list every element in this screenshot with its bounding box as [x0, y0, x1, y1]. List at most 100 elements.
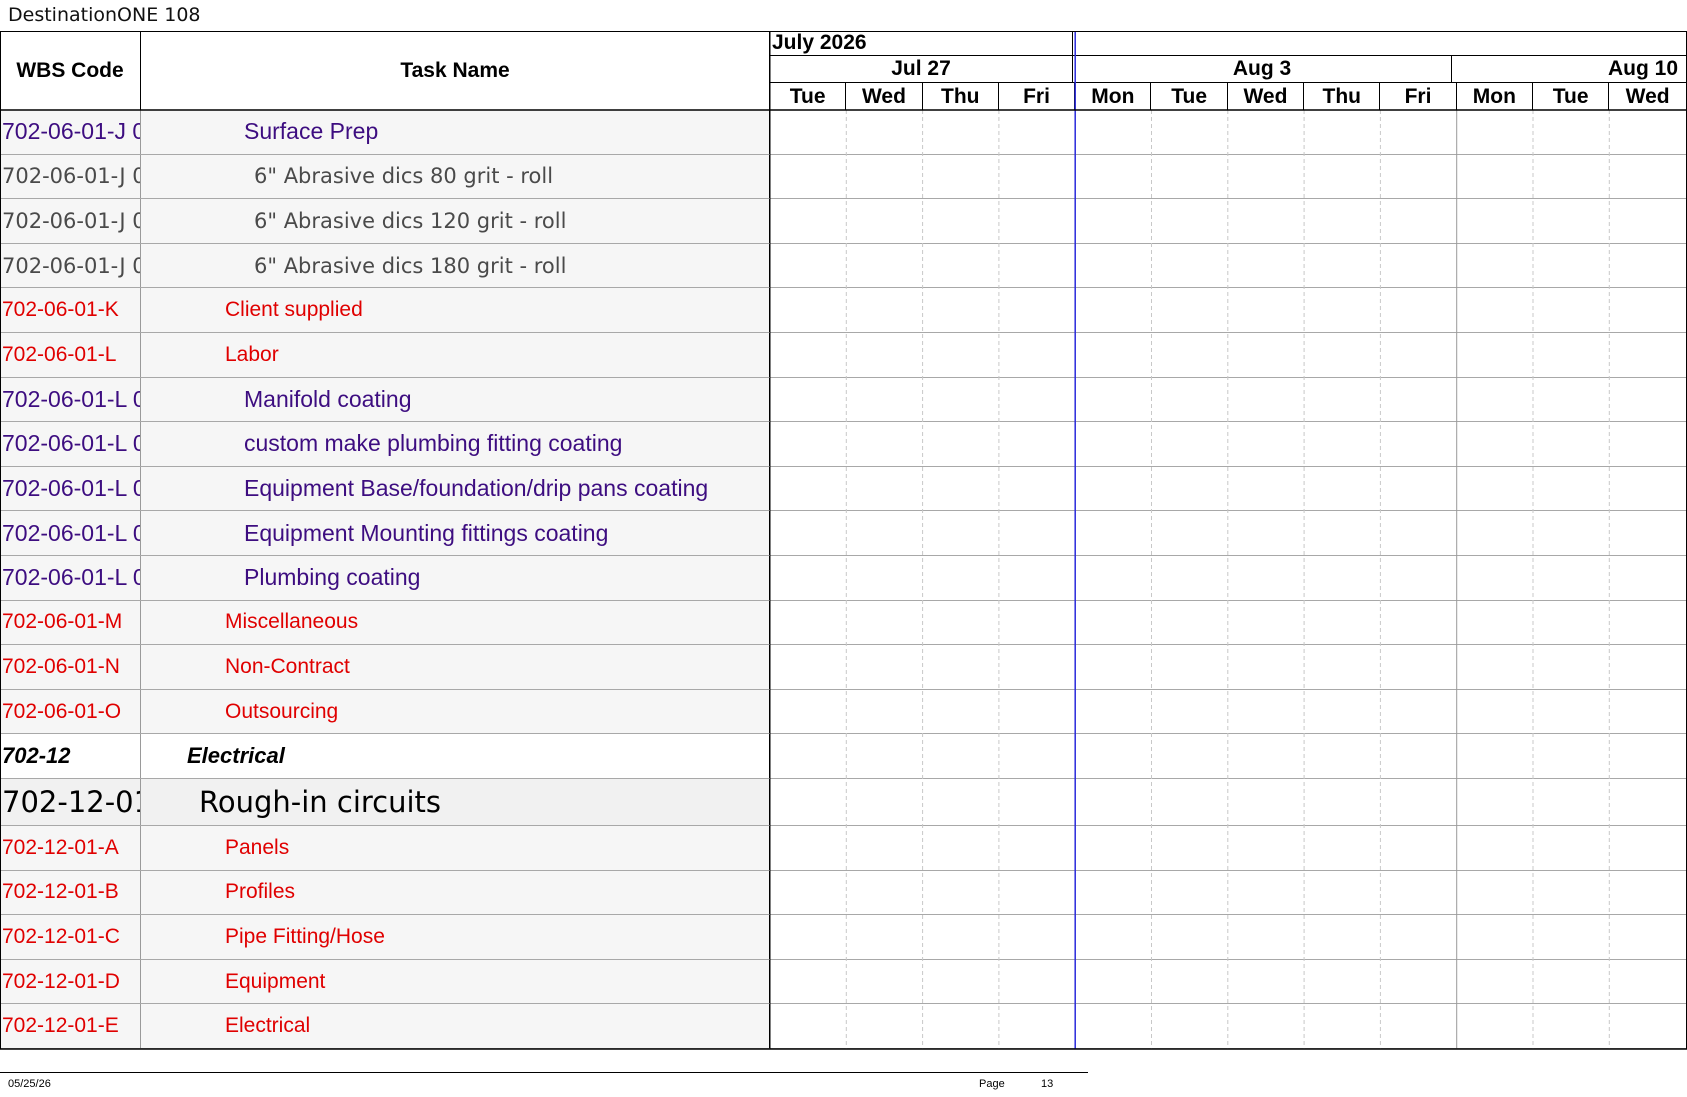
- wbs-code: 702-06-01-L 04: [2, 519, 140, 546]
- table-row[interactable]: 702-06-01-N Non-Contract: [0, 645, 1687, 690]
- wbs-code: 702-06-01-M: [2, 610, 123, 634]
- task-name-cell[interactable]: Miscellaneous: [141, 600, 770, 645]
- task-name-cell[interactable]: custom make plumbing fitting coating: [141, 422, 770, 466]
- wbs-cell[interactable]: 702-06-01-L 03: [0, 466, 141, 511]
- table-row[interactable]: 702-12-01-C Pipe Fitting/Hose: [0, 915, 1687, 960]
- gantt-cell[interactable]: [770, 689, 1687, 734]
- gantt-cell[interactable]: [770, 826, 1687, 870]
- wbs-cell[interactable]: 702-06-01-K: [0, 288, 141, 332]
- gantt-cell[interactable]: [770, 466, 1687, 511]
- table-row[interactable]: 702-06-01-L Labor: [0, 333, 1687, 378]
- task-name-cell[interactable]: Non-Contract: [141, 645, 770, 689]
- table-row[interactable]: 702-06-01-L 04 Equipment Mounting fitting…: [0, 511, 1687, 556]
- wbs-cell[interactable]: 702-12-01: [0, 779, 141, 825]
- wbs-cell[interactable]: 702-06-01-L 04: [0, 511, 141, 555]
- task-name-cell[interactable]: Equipment Mounting fittings coating: [141, 511, 770, 555]
- table-row[interactable]: 702-12-01-D Equipment: [0, 959, 1687, 1005]
- gantt-cell[interactable]: [770, 422, 1687, 466]
- task-name-cell[interactable]: Equipment Base/foundation/drip pans coat…: [141, 466, 770, 511]
- table-row[interactable]: 702-06-01-M Miscellaneous: [0, 600, 1687, 646]
- wbs-cell[interactable]: 702-12: [0, 734, 141, 778]
- gantt-cell[interactable]: [770, 333, 1687, 377]
- table-row[interactable]: 702-06-01-L 02 custom make plumbing fitti…: [0, 422, 1687, 467]
- wbs-cell[interactable]: 702-06-01-L 01: [0, 377, 141, 422]
- wbs-cell[interactable]: 702-06-01-O: [0, 689, 141, 734]
- wbs-cell[interactable]: 702-12-01-C: [0, 915, 141, 959]
- wbs-cell[interactable]: 702-06-01-J 01: [0, 110, 141, 154]
- task-name-cell[interactable]: Electrical: [141, 1004, 770, 1048]
- task-name-cell[interactable]: 6" Abrasive dics 180 grit - roll: [141, 243, 770, 288]
- table-row[interactable]: 702-12-01-A Panels: [0, 826, 1687, 871]
- task-name: Manifold coating: [244, 385, 412, 412]
- wbs-cell[interactable]: 702-06-01-L 05: [0, 556, 141, 600]
- wbs-cell[interactable]: 702-12-01-A: [0, 826, 141, 870]
- wbs-cell[interactable]: 702-06-01-J 02: [0, 199, 141, 243]
- wbs-cell[interactable]: 702-12-01-D: [0, 959, 141, 1004]
- task-name-cell[interactable]: Electrical: [141, 734, 770, 778]
- gantt-cell[interactable]: [770, 645, 1687, 689]
- wbs-column-header[interactable]: WBS Code: [0, 31, 141, 110]
- day-cell: Mon: [1457, 83, 1533, 110]
- task-name-cell[interactable]: Labor: [141, 333, 770, 377]
- table-row[interactable]: 702-06-01-K Client supplied: [0, 288, 1687, 333]
- day-label: Thu: [941, 84, 980, 108]
- wbs-cell[interactable]: 702-12-01-E: [0, 1004, 141, 1048]
- table-row[interactable]: 702-06-01-L 05 Plumbing coating: [0, 556, 1687, 601]
- task-name-cell[interactable]: Manifold coating: [141, 377, 770, 422]
- table-row[interactable]: 702-12 Electrical: [0, 734, 1687, 779]
- task-name-cell[interactable]: Panels: [141, 826, 770, 870]
- gantt-cell[interactable]: [770, 734, 1687, 778]
- wbs-cell[interactable]: 702-06-01-N: [0, 645, 141, 689]
- gantt-cell[interactable]: [770, 154, 1687, 199]
- gantt-cell[interactable]: [770, 915, 1687, 959]
- gantt-cell[interactable]: [770, 377, 1687, 422]
- wbs-cell[interactable]: 702-06-01-L 02: [0, 422, 141, 466]
- table-row[interactable]: 702-06-01-L 03 Equipment Base/foundation/…: [0, 466, 1687, 512]
- wbs-cell[interactable]: 702-06-01-J 02: [0, 243, 141, 288]
- gantt-cell[interactable]: [770, 243, 1687, 288]
- wbs-cell[interactable]: 702-06-01-J 02: [0, 154, 141, 199]
- task-name-cell[interactable]: Outsourcing: [141, 689, 770, 734]
- table-row[interactable]: 702-06-01-J 01 Surface Prep: [0, 110, 1687, 155]
- gantt-cell[interactable]: [770, 199, 1687, 243]
- table-row[interactable]: 702-12-01-E Electrical: [0, 1004, 1687, 1049]
- gantt-cell[interactable]: [770, 1004, 1687, 1048]
- task-name-cell[interactable]: Rough-in circuits: [141, 779, 770, 825]
- table-row[interactable]: 702-06-01-J 02 6" Abrasive dics 120 grit …: [0, 199, 1687, 244]
- task-name-cell[interactable]: 6" Abrasive dics 120 grit - roll: [141, 199, 770, 243]
- task-name: Equipment: [225, 969, 326, 993]
- wbs-code: 702-12: [2, 743, 71, 769]
- wbs-code: 702-12-01-C: [2, 924, 120, 948]
- day-cell: Thu: [923, 83, 999, 110]
- day-cell: Fri: [1380, 83, 1457, 110]
- gantt-cell[interactable]: [770, 511, 1687, 555]
- gantt-cell[interactable]: [770, 870, 1687, 915]
- footer-date: 05/25/26: [8, 1078, 51, 1090]
- task-name-cell[interactable]: Client supplied: [141, 288, 770, 332]
- wbs-cell[interactable]: 702-12-01-B: [0, 870, 141, 915]
- table-row[interactable]: 702-06-01-J 02 6" Abrasive dics 180 grit …: [0, 243, 1687, 289]
- wbs-cell[interactable]: 702-06-01-M: [0, 600, 141, 645]
- day-cell: Mon: [1075, 83, 1152, 110]
- gantt-cell[interactable]: [770, 110, 1687, 154]
- table-row[interactable]: 702-12-01 Rough-in circuits: [0, 779, 1687, 826]
- task-name-cell[interactable]: Surface Prep: [141, 110, 770, 154]
- gantt-cell[interactable]: [770, 959, 1687, 1004]
- gantt-cell[interactable]: [770, 779, 1687, 825]
- day-label: Thu: [1322, 84, 1361, 108]
- day-label: Fri: [1023, 84, 1050, 108]
- table-row[interactable]: 702-06-01-O Outsourcing: [0, 689, 1687, 735]
- task-column-header[interactable]: Task Name: [141, 31, 770, 110]
- task-name-cell[interactable]: Profiles: [141, 870, 770, 915]
- gantt-cell[interactable]: [770, 600, 1687, 645]
- gantt-cell[interactable]: [770, 288, 1687, 332]
- table-row[interactable]: 702-06-01-L 01 Manifold coating: [0, 377, 1687, 423]
- task-name-cell[interactable]: Pipe Fitting/Hose: [141, 915, 770, 959]
- task-name-cell[interactable]: Equipment: [141, 959, 770, 1004]
- task-name-cell[interactable]: Plumbing coating: [141, 556, 770, 600]
- table-row[interactable]: 702-06-01-J 02 6" Abrasive dics 80 grit -…: [0, 154, 1687, 200]
- table-row[interactable]: 702-12-01-B Profiles: [0, 870, 1687, 916]
- wbs-cell[interactable]: 702-06-01-L: [0, 333, 141, 377]
- gantt-cell[interactable]: [770, 556, 1687, 600]
- task-name-cell[interactable]: 6" Abrasive dics 80 grit - roll: [141, 154, 770, 199]
